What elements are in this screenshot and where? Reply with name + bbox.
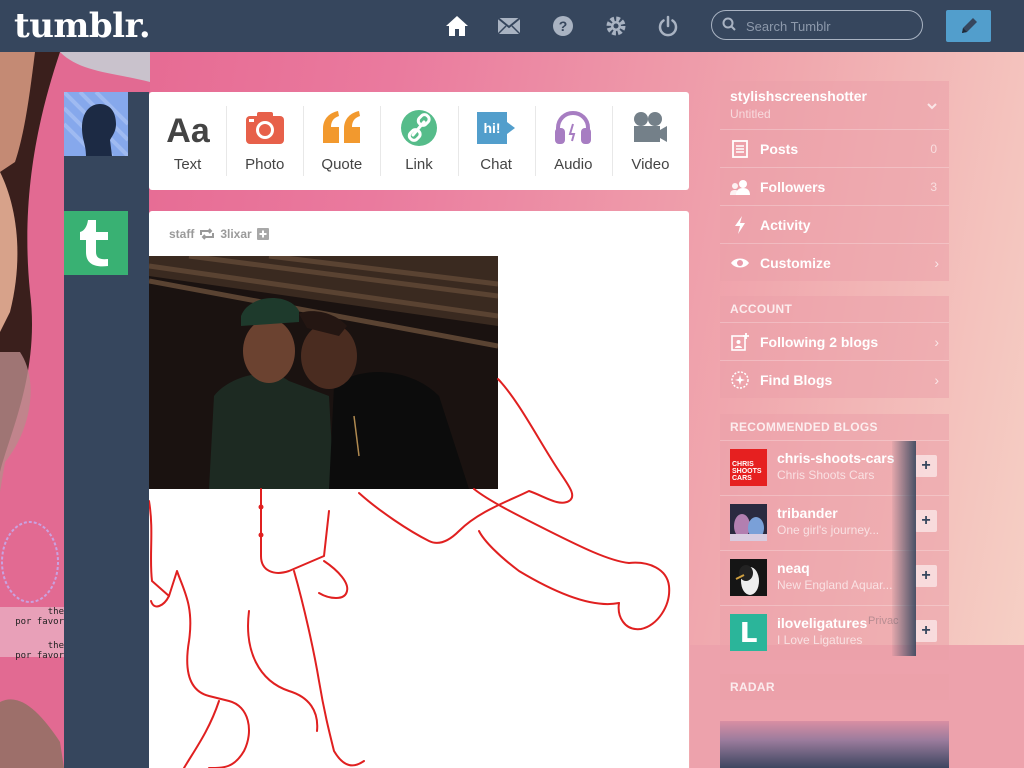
- bg-text: the: [47, 641, 64, 651]
- follow-button[interactable]: +: [915, 565, 937, 587]
- post-type-quote[interactable]: Quote: [303, 92, 380, 190]
- post-type-label: Text: [173, 156, 202, 173]
- radar-title: RADAR: [730, 680, 775, 694]
- radar-image[interactable]: [720, 721, 949, 768]
- follow-button[interactable]: +: [915, 510, 937, 532]
- bg-text: por favor: [15, 617, 64, 627]
- blog-name: neaq: [777, 560, 810, 576]
- pencil-icon: [961, 18, 977, 33]
- svg-text:?: ?: [559, 18, 568, 34]
- compass-icon: [720, 370, 760, 389]
- sidebar-item-followers[interactable]: Followers 3: [720, 167, 949, 205]
- blog-avatar: L: [730, 614, 767, 651]
- post-card: staff 3lixar: [149, 211, 689, 768]
- help-icon[interactable]: ?: [550, 13, 576, 39]
- users-icon: [720, 179, 760, 195]
- blog-avatar: CHRIS SHOOTS CARS: [730, 449, 767, 486]
- video-camera-icon: [631, 108, 669, 148]
- blog-menu: stylishscreenshotter Untitled Posts 0 Fo…: [720, 81, 949, 281]
- red-line-drawing: [149, 378, 671, 768]
- post-type-photo[interactable]: Photo: [226, 92, 303, 190]
- post-type-label: Photo: [245, 156, 285, 173]
- top-nav: tumblr. ?: [0, 0, 1024, 52]
- sidebar-item-posts[interactable]: Posts 0: [720, 129, 949, 167]
- blog-subtitle: Untitled: [730, 107, 771, 121]
- sidebar-item-label: Activity: [760, 216, 811, 233]
- recommended-title: RECOMMENDED BLOGS: [730, 420, 878, 434]
- blog-description: One girl's journey...: [777, 523, 880, 537]
- sidebar-item-label: Followers: [760, 178, 826, 195]
- chevron-right-icon: ›: [934, 254, 939, 271]
- post-type-video[interactable]: Video: [611, 92, 689, 190]
- tumblr-logo[interactable]: tumblr.: [14, 6, 151, 46]
- sidebar-item-customize[interactable]: Customize ›: [720, 243, 949, 281]
- home-icon[interactable]: [444, 13, 470, 39]
- follow-button[interactable]: +: [915, 620, 937, 642]
- post-type-bar: Aa Text Photo Quote Link hi! Chat Audio: [149, 92, 689, 190]
- svg-text:Aa: Aa: [166, 112, 211, 148]
- blog-name: iloveligatures: [777, 615, 868, 631]
- post-type-label: Audio: [554, 156, 593, 173]
- chevron-down-icon: [927, 103, 937, 110]
- search-icon: [722, 17, 736, 36]
- bg-text: the: [47, 607, 64, 617]
- eye-icon: [720, 257, 760, 269]
- chat-bubble-icon: hi!: [475, 108, 517, 148]
- headphones-icon: [553, 108, 593, 148]
- left-strip: [64, 92, 149, 768]
- sidebar-item-find-blogs[interactable]: Find Blogs ›: [720, 360, 949, 398]
- followers-count: 3: [930, 179, 937, 194]
- text-aa-icon: Aa: [164, 108, 212, 148]
- post-type-label: Chat: [480, 156, 512, 173]
- staff-avatar[interactable]: [64, 211, 128, 275]
- mail-icon[interactable]: [496, 13, 522, 39]
- post-type-link[interactable]: Link: [380, 92, 457, 190]
- radar-section: RADAR: [720, 674, 949, 700]
- blog-avatar: [730, 559, 767, 596]
- sidebar-item-label: Following 2 blogs: [760, 333, 879, 350]
- blog-avatar: [730, 504, 767, 541]
- blog-name: chris-shoots-cars: [777, 450, 895, 466]
- post-type-label: Video: [631, 156, 670, 173]
- bg-text: por favor: [15, 651, 64, 661]
- account-menu: ACCOUNT Following 2 blogs › Find Blogs ›: [720, 296, 949, 398]
- blog-name: stylishscreenshotter: [730, 88, 867, 104]
- blog-description: I Love Ligatures: [777, 633, 863, 647]
- chevron-right-icon: ›: [934, 333, 939, 350]
- camera-icon: [245, 108, 285, 148]
- quote-icon: [321, 108, 363, 148]
- search-box: [711, 10, 923, 40]
- sidebar-item-activity[interactable]: Activity: [720, 205, 949, 243]
- sidebar-item-label: Posts: [760, 140, 799, 157]
- chevron-right-icon: ›: [934, 371, 939, 388]
- avatar-text: CHRIS SHOOTS CARS: [732, 461, 762, 482]
- lightning-icon: [720, 215, 760, 234]
- account-title: ACCOUNT: [730, 302, 793, 316]
- recommended-scroll-shade: [892, 441, 916, 656]
- link-icon: [400, 108, 438, 148]
- sidebar-item-following[interactable]: Following 2 blogs ›: [720, 322, 949, 360]
- avatar-text: L: [739, 616, 758, 649]
- document-icon: [720, 139, 760, 158]
- user-avatar[interactable]: [64, 92, 128, 156]
- chat-glyph: hi!: [484, 120, 501, 136]
- post-type-label: Link: [405, 156, 433, 173]
- compose-button[interactable]: [946, 10, 991, 42]
- blog-description: Chris Shoots Cars: [777, 468, 875, 482]
- search-input[interactable]: [744, 15, 918, 37]
- sidebar-item-label: Customize: [760, 254, 831, 271]
- posts-count: 0: [930, 141, 937, 156]
- blog-header[interactable]: stylishscreenshotter Untitled: [720, 81, 949, 129]
- post-type-text[interactable]: Aa Text: [149, 92, 226, 190]
- post-type-audio[interactable]: Audio: [534, 92, 612, 190]
- post-type-label: Quote: [321, 156, 363, 173]
- post-type-chat[interactable]: hi! Chat: [457, 92, 535, 190]
- follow-button[interactable]: +: [915, 455, 937, 477]
- add-blog-icon: [720, 332, 760, 351]
- blog-name: tribander: [777, 505, 838, 521]
- power-icon[interactable]: [655, 13, 681, 39]
- sidebar-item-label: Find Blogs: [760, 371, 833, 388]
- settings-icon[interactable]: [603, 13, 629, 39]
- blog-description: New England Aquar...: [777, 578, 893, 592]
